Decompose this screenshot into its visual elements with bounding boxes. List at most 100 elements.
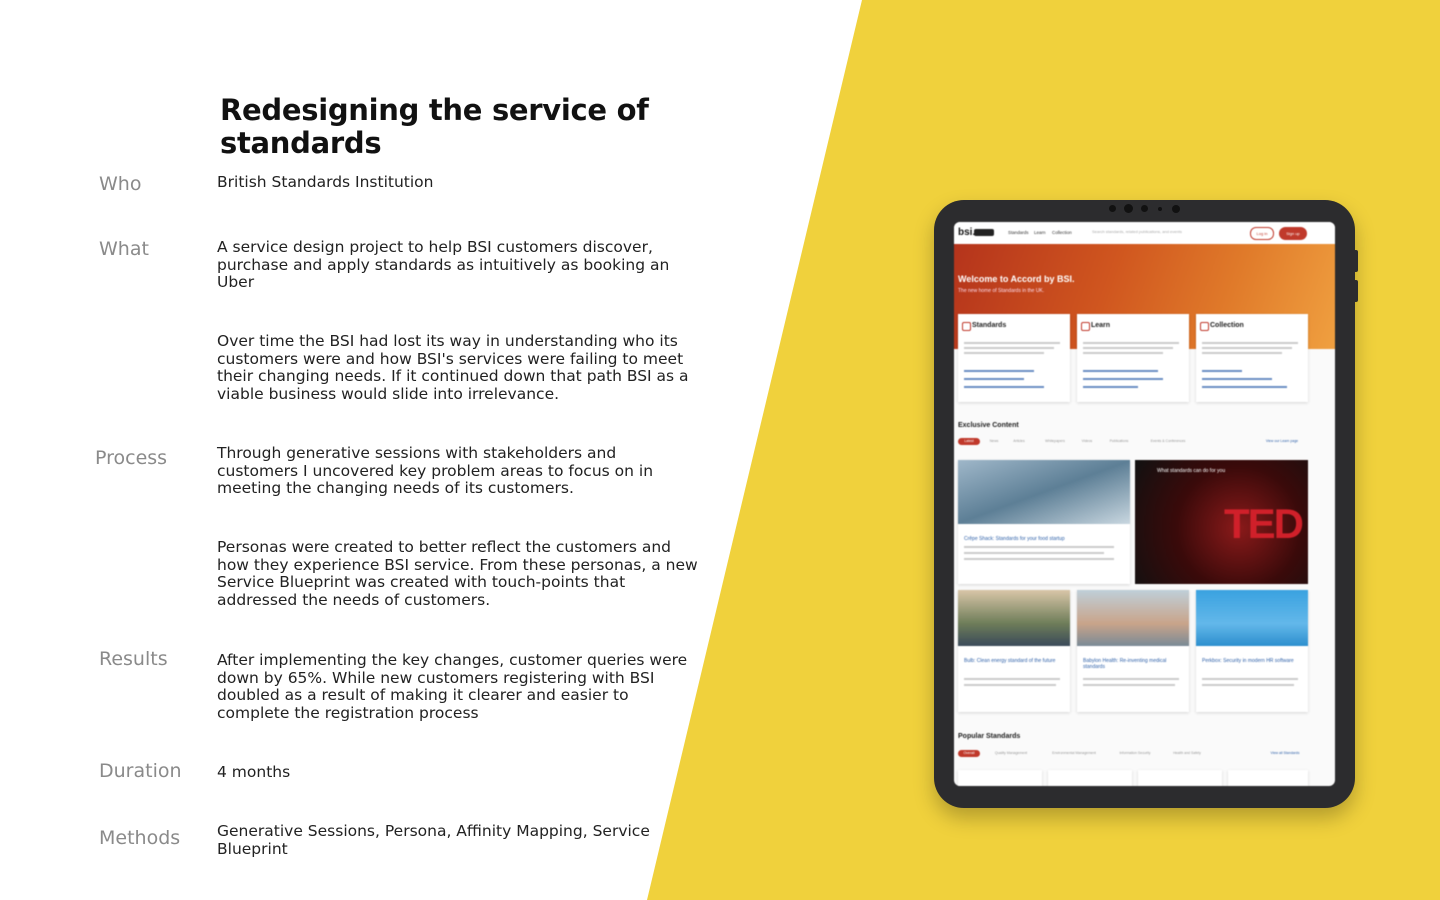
methods-text: Generative Sessions, Persona, Affinity M…: [217, 822, 650, 858]
tab-videos[interactable]: Videos: [1078, 438, 1096, 445]
who-text: British Standards Institution: [217, 173, 434, 191]
camera-dot: [1109, 205, 1116, 212]
standard-card[interactable]: [958, 770, 1042, 786]
standard-card[interactable]: [1228, 770, 1308, 786]
results-text: After implementing the key changes, cust…: [217, 651, 688, 722]
ted-logo: TED: [1224, 500, 1304, 547]
who-label: Who: [99, 173, 142, 195]
tile-title: Crêpe Shack: Standards for your food sta…: [964, 536, 1065, 542]
what-label: What: [99, 238, 149, 260]
card-link[interactable]: [964, 378, 1024, 380]
sensor-dot: [1158, 207, 1162, 211]
tile-image: [958, 460, 1130, 524]
card-link[interactable]: [964, 370, 1034, 372]
page-title: Redesigning the service of standards: [220, 93, 649, 160]
mockup-nav-standards[interactable]: Standards: [1008, 230, 1029, 235]
video-player[interactable]: What standards can do for you TED: [1135, 460, 1308, 584]
tab-articles[interactable]: Articles: [1008, 438, 1030, 445]
mockup-hero-title: Welcome to Accord by BSI.: [958, 274, 1075, 284]
card-link[interactable]: [964, 386, 1044, 388]
tab-information-security[interactable]: Information Security: [1112, 750, 1158, 757]
standards-icon: [962, 322, 971, 331]
methods-label: Methods: [99, 827, 181, 849]
tab-news[interactable]: News: [986, 438, 1002, 445]
card-text-line: [1083, 347, 1173, 349]
content-tile[interactable]: Crêpe Shack: Standards for your food sta…: [958, 460, 1130, 584]
tile-text-line: [1083, 684, 1175, 686]
tab-events[interactable]: Events & Conferences: [1142, 438, 1194, 445]
mockup-nav-collection[interactable]: Collection: [1052, 230, 1072, 235]
tile-text-line: [964, 546, 1114, 548]
card-link[interactable]: [1083, 370, 1158, 372]
mockup-card-learn[interactable]: Learn: [1077, 314, 1189, 402]
what-text-2: Over time the BSI had lost its way in un…: [217, 332, 689, 403]
exclusive-content-heading: Exclusive Content: [958, 422, 1019, 429]
tab-latest[interactable]: Latest: [958, 438, 980, 445]
mockup-nav-learn[interactable]: Learn: [1034, 230, 1046, 235]
mockup-card-collection[interactable]: Collection: [1196, 314, 1308, 402]
content-tile[interactable]: Babylon Health: Re-inventing medical sta…: [1077, 590, 1189, 712]
card-text-line: [964, 347, 1054, 349]
tab-quality[interactable]: Quality Management: [988, 750, 1034, 757]
card-text-line: [1202, 347, 1292, 349]
card-text-line: [964, 352, 1044, 354]
tab-whitepapers[interactable]: Whitepapers: [1040, 438, 1070, 445]
tile-text-line: [1202, 678, 1298, 680]
card-text-line: [1202, 342, 1298, 344]
tablet-side-button: [1354, 280, 1358, 302]
tile-text-line: [1202, 684, 1294, 686]
mockup-card-standards[interactable]: Standards: [958, 314, 1070, 402]
card-title: Standards: [972, 322, 1007, 329]
mockup-signup-button[interactable]: Sign up: [1279, 227, 1307, 240]
collection-icon: [1200, 322, 1209, 331]
popular-standards-heading: Popular Standards: [958, 733, 1021, 740]
tab-publications[interactable]: Publications: [1104, 438, 1134, 445]
tab-health-safety[interactable]: Health and Safety: [1166, 750, 1208, 757]
tile-title: Perkbox: Security in modern HR software: [1202, 658, 1294, 664]
tile-image: [1077, 590, 1189, 646]
card-text-line: [1083, 342, 1179, 344]
card-link[interactable]: [1202, 370, 1242, 372]
card-link[interactable]: [1202, 386, 1287, 388]
mockup-login-button[interactable]: Log in: [1250, 227, 1274, 240]
learn-page-link[interactable]: View our Learn page: [1254, 438, 1310, 445]
duration-text: 4 months: [217, 763, 291, 781]
mockup-hero-subtitle: The new home of Standards in the UK.: [958, 288, 1045, 294]
duration-label: Duration: [99, 760, 182, 782]
tile-text-line: [964, 558, 1114, 560]
card-link[interactable]: [1083, 386, 1138, 388]
tile-image: [1196, 590, 1308, 646]
card-link[interactable]: [1202, 378, 1272, 380]
all-standards-link[interactable]: View all Standards: [1260, 750, 1310, 757]
content-tile[interactable]: Perkbox: Security in modern HR software: [1196, 590, 1308, 712]
card-title: Collection: [1210, 322, 1244, 329]
tab-environmental[interactable]: Environmental Management: [1044, 750, 1104, 757]
tablet-screen: bsi. Standards Learn Collection Search s…: [954, 222, 1335, 786]
card-title: Learn: [1091, 322, 1111, 329]
tab-overall[interactable]: Overall: [958, 750, 980, 757]
tile-title: Bulb: Clean energy standard of the futur…: [964, 658, 1056, 664]
card-text-line: [964, 342, 1060, 344]
content-tile[interactable]: Bulb: Clean energy standard of the futur…: [958, 590, 1070, 712]
tile-image: [958, 590, 1070, 646]
results-label: Results: [99, 648, 168, 670]
tile-title: Babylon Health: Re-inventing medical sta…: [1083, 658, 1167, 670]
card-link[interactable]: [1083, 378, 1163, 380]
camera-dot: [1172, 205, 1180, 213]
process-label: Process: [95, 447, 168, 469]
mockup-search-input[interactable]: Search standards, related publications, …: [1092, 229, 1232, 237]
tile-text-line: [964, 552, 1104, 554]
process-text: Through generative sessions with stakeho…: [217, 444, 654, 497]
what-text: A service design project to help BSI cus…: [217, 238, 670, 291]
learn-icon: [1081, 322, 1090, 331]
camera-dot: [1141, 205, 1148, 212]
standard-card[interactable]: [1048, 770, 1132, 786]
standard-card[interactable]: [1138, 770, 1222, 786]
tablet-side-button: [1354, 250, 1358, 272]
accord-tag: [974, 229, 994, 236]
bsi-logo: bsi.: [958, 227, 976, 238]
mockup-navbar: bsi. Standards Learn Collection Search s…: [954, 222, 1335, 245]
video-title: What standards can do for you: [1157, 468, 1226, 474]
process-text-2: Personas were created to better reflect …: [217, 538, 698, 609]
tile-text-line: [964, 684, 1056, 686]
